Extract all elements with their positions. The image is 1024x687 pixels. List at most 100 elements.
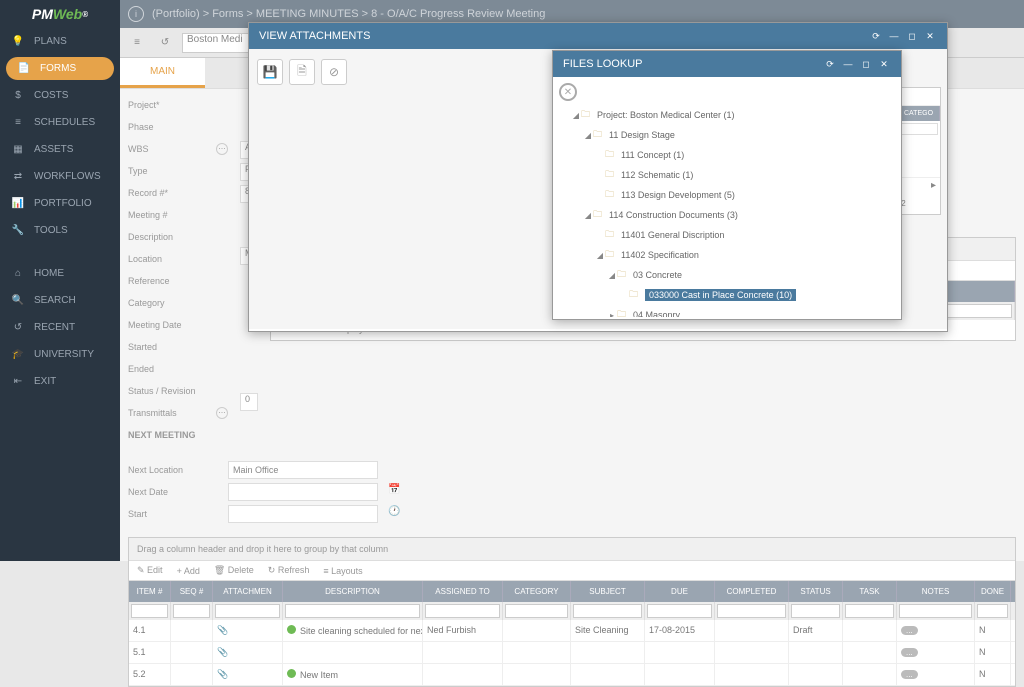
filter-box[interactable] bbox=[505, 604, 568, 618]
sidebar-item-schedules[interactable]: ≡SCHEDULES bbox=[0, 109, 120, 136]
filter-box[interactable] bbox=[215, 604, 280, 618]
modal1-close-icon[interactable]: ✕ bbox=[923, 29, 937, 43]
modal1-maximize-icon[interactable]: ◻ bbox=[905, 29, 919, 43]
grid2-refresh[interactable]: ↻ Refresh bbox=[268, 565, 310, 576]
grid2-edit[interactable]: ✎ Edit bbox=[137, 565, 163, 576]
grid2-delete[interactable]: 🗑 Delete bbox=[214, 565, 254, 576]
sidebar-item-tools[interactable]: 🔧TOOLS bbox=[0, 217, 120, 244]
tree-node[interactable]: ◢🗀03 Concrete bbox=[559, 265, 895, 285]
tab-main[interactable]: MAIN bbox=[120, 58, 205, 88]
col-subject[interactable]: SUBJECT bbox=[571, 581, 645, 602]
input-start[interactable] bbox=[228, 505, 378, 523]
clock-icon[interactable]: 🕐 bbox=[388, 506, 404, 522]
calendar-icon[interactable]: 📅 bbox=[388, 484, 404, 500]
tree-node[interactable]: 🗀11401 General Discription bbox=[559, 225, 895, 245]
modal1-minimize-icon[interactable]: — bbox=[887, 29, 901, 43]
saveas-icon[interactable]: 🗎 bbox=[289, 59, 315, 85]
filter-catego[interactable] bbox=[900, 123, 938, 135]
tree-toggle-icon[interactable]: ▸ bbox=[607, 311, 617, 318]
col-completed[interactable]: COMPLETED bbox=[715, 581, 789, 602]
col-description[interactable]: DESCRIPTION bbox=[283, 581, 423, 602]
cancel-icon[interactable]: ⊘ bbox=[321, 59, 347, 85]
filter-box[interactable] bbox=[131, 604, 168, 618]
modal1-refresh-icon[interactable]: ⟳ bbox=[869, 29, 883, 43]
forms-icon: 📄 bbox=[16, 63, 32, 74]
input-next-location[interactable]: Main Office bbox=[228, 461, 378, 479]
modal2-minimize-icon[interactable]: — bbox=[841, 57, 855, 71]
sidebar-item-plans[interactable]: 💡PLANS bbox=[0, 28, 120, 55]
filter-box[interactable] bbox=[899, 604, 972, 618]
tree-node[interactable]: ◢🗀114 Construction Documents (3) bbox=[559, 205, 895, 225]
col-notes[interactable]: NOTES bbox=[897, 581, 975, 602]
sidebar-item-recent[interactable]: ↺RECENT bbox=[0, 314, 120, 341]
sidebar-item-assets[interactable]: ▦ASSETS bbox=[0, 136, 120, 163]
sidebar-item-university[interactable]: 🎓UNIVERSITY bbox=[0, 341, 120, 368]
modal2-close-circle-icon[interactable]: ✕ bbox=[559, 83, 577, 101]
tree-node[interactable]: ◢🗀Project: Boston Medical Center (1) bbox=[559, 105, 895, 125]
col-status[interactable]: STATUS bbox=[789, 581, 843, 602]
input-next-date[interactable] bbox=[228, 483, 378, 501]
table-row[interactable]: 5.2📎New Item...N bbox=[129, 664, 1015, 686]
grid2-add[interactable]: + Add bbox=[177, 566, 200, 576]
input-trans[interactable]: 0 bbox=[240, 393, 258, 411]
tree-toggle-icon[interactable]: ◢ bbox=[583, 131, 593, 140]
sidebar-item-search[interactable]: 🔍SEARCH bbox=[0, 287, 120, 314]
grid2-layouts[interactable]: ≡ Layouts bbox=[323, 566, 362, 576]
tree-node[interactable]: ◢🗀11 Design Stage bbox=[559, 125, 895, 145]
lbl-wbs: WBS bbox=[128, 144, 216, 154]
modal2-maximize-icon[interactable]: ◻ bbox=[859, 57, 873, 71]
wbs-more-icon[interactable]: ⋯ bbox=[216, 143, 228, 155]
sidebar-item-costs[interactable]: $COSTS bbox=[0, 82, 120, 109]
col-seq[interactable]: SEQ # bbox=[171, 581, 213, 602]
sidebar-item-workflows[interactable]: ⇄WORKFLOWS bbox=[0, 163, 120, 190]
col-assignedto[interactable]: ASSIGNED TO bbox=[423, 581, 503, 602]
modal2-close-icon[interactable]: ✕ bbox=[877, 57, 891, 71]
tree-toggle-icon[interactable]: ◢ bbox=[595, 251, 605, 260]
history-icon[interactable]: ↺ bbox=[154, 32, 176, 54]
lbl-next-date: Next Date bbox=[128, 487, 218, 497]
sidebar-item-forms[interactable]: 📄FORMS bbox=[6, 57, 114, 80]
col-attachmen[interactable]: ATTACHMEN bbox=[213, 581, 283, 602]
tree-node[interactable]: 🗀111 Concept (1) bbox=[559, 145, 895, 165]
filter-box[interactable] bbox=[845, 604, 894, 618]
university-icon: 🎓 bbox=[10, 349, 26, 360]
tree-node[interactable]: 🗀113 Design Development (5) bbox=[559, 185, 895, 205]
filter-box[interactable] bbox=[977, 604, 1008, 618]
project-select[interactable]: Boston Medi bbox=[182, 33, 252, 53]
filter-box[interactable] bbox=[717, 604, 786, 618]
group-hint-2: Drag a column header and drop it here to… bbox=[129, 538, 1015, 561]
tree-node[interactable]: 🗀112 Schematic (1) bbox=[559, 165, 895, 185]
filter-box[interactable] bbox=[647, 604, 712, 618]
col-catego[interactable]: CATEGO bbox=[898, 106, 940, 121]
col-done[interactable]: DONE bbox=[975, 581, 1011, 602]
tree-toggle-icon[interactable]: ◢ bbox=[571, 111, 581, 120]
modal2-refresh-icon[interactable]: ⟳ bbox=[823, 57, 837, 71]
menu-icon[interactable]: ≡ bbox=[126, 32, 148, 54]
tree-node[interactable]: 🗀033000 Cast in Place Concrete (10) bbox=[559, 285, 895, 305]
table-row[interactable]: 4.1📎Site cleaning scheduled for next wee… bbox=[129, 620, 1015, 642]
filter-box[interactable] bbox=[791, 604, 840, 618]
tree-toggle-icon[interactable]: ◢ bbox=[583, 211, 593, 220]
tree-toggle-icon[interactable]: ◢ bbox=[607, 271, 617, 280]
col-task[interactable]: TASK bbox=[843, 581, 897, 602]
table-row[interactable]: 5.1📎...N bbox=[129, 642, 1015, 664]
filter-box[interactable] bbox=[285, 604, 420, 618]
save-icon[interactable]: 💾 bbox=[257, 59, 283, 85]
col-item[interactable]: ITEM # bbox=[129, 581, 171, 602]
filter-box[interactable] bbox=[425, 604, 500, 618]
sidebar-item-portfolio[interactable]: 📊PORTFOLIO bbox=[0, 190, 120, 217]
trans-more-icon[interactable]: ⋯ bbox=[216, 407, 228, 419]
info-icon[interactable]: i bbox=[128, 6, 144, 22]
sidebar-item-home[interactable]: ⌂HOME bbox=[0, 260, 120, 287]
filter-box[interactable] bbox=[173, 604, 210, 618]
tree-node[interactable]: ▸🗀04 Masonry bbox=[559, 305, 895, 317]
col-due[interactable]: DUE bbox=[645, 581, 715, 602]
col-category[interactable]: CATEGORY bbox=[503, 581, 571, 602]
folder-icon: 🗀 bbox=[593, 127, 605, 143]
costs-icon: $ bbox=[10, 90, 26, 101]
tree-node[interactable]: ◢🗀11402 Specification bbox=[559, 245, 895, 265]
filter-box[interactable] bbox=[573, 604, 642, 618]
sidebar-item-exit[interactable]: ⇤EXIT bbox=[0, 368, 120, 395]
files-lookup-modal: FILES LOOKUP ⟳ — ◻ ✕ ✕ ◢🗀Project: Boston… bbox=[552, 50, 902, 320]
folder-icon: 🗀 bbox=[581, 107, 593, 123]
